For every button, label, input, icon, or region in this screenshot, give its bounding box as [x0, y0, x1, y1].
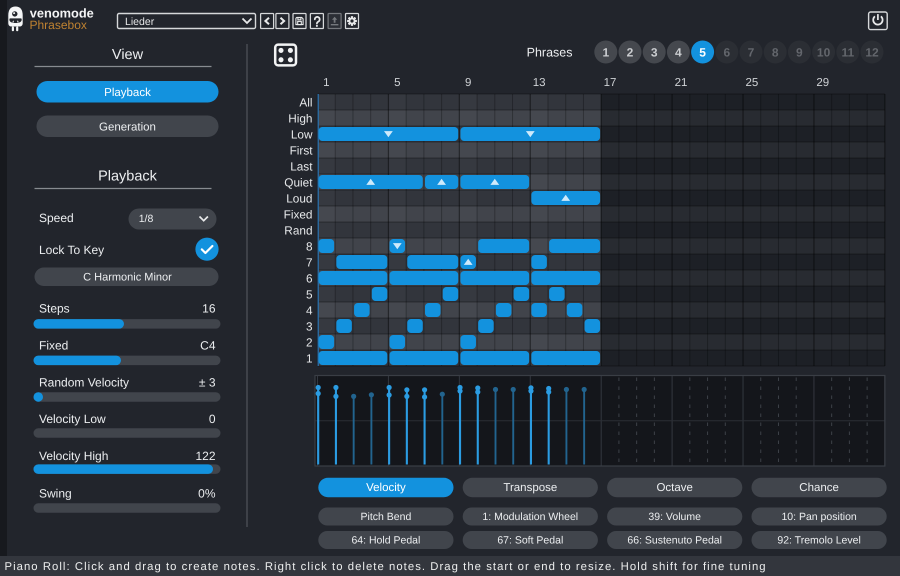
svg-text:Lieder: Lieder	[125, 16, 155, 28]
svg-text:Generation: Generation	[99, 121, 156, 133]
svg-text:11: 11	[841, 45, 854, 59]
svg-text:1/8: 1/8	[139, 213, 154, 225]
svg-text:Piano Roll: Click and drag to: Piano Roll: Click and drag to create not…	[5, 561, 767, 573]
svg-text:17: 17	[604, 77, 617, 89]
svg-text:Phrasebox: Phrasebox	[30, 18, 87, 32]
svg-text:Steps: Steps	[39, 302, 70, 316]
svg-text:C4: C4	[200, 338, 216, 352]
svg-text:9: 9	[796, 45, 803, 59]
svg-text:Low: Low	[291, 127, 313, 141]
svg-text:67: Soft Pedal: 67: Soft Pedal	[497, 534, 563, 546]
svg-text:Speed: Speed	[39, 211, 74, 225]
svg-text:Chance: Chance	[799, 482, 839, 494]
svg-text:8: 8	[772, 45, 779, 59]
svg-text:First: First	[290, 143, 314, 157]
svg-text:29: 29	[816, 77, 829, 89]
svg-text:64: Hold Pedal: 64: Hold Pedal	[351, 534, 420, 546]
svg-text:Lock To Key: Lock To Key	[39, 243, 104, 257]
svg-text:10: Pan position: 10: Pan position	[781, 511, 856, 523]
svg-text:1: 1	[306, 351, 313, 365]
svg-text:View: View	[112, 47, 144, 63]
svg-text:1: 1	[602, 45, 609, 59]
svg-text:6: 6	[306, 271, 313, 285]
svg-text:4: 4	[306, 303, 313, 317]
svg-text:Quiet: Quiet	[284, 175, 313, 189]
svg-text:Random Velocity: Random Velocity	[39, 375, 129, 389]
svg-text:92: Tremolo Level: 92: Tremolo Level	[777, 534, 860, 546]
svg-text:7: 7	[306, 255, 313, 269]
svg-text:5: 5	[699, 45, 706, 59]
svg-text:High: High	[288, 111, 312, 125]
svg-text:Pitch Bend: Pitch Bend	[361, 511, 412, 523]
svg-text:1: 1	[323, 77, 329, 89]
svg-text:12: 12	[865, 45, 879, 59]
svg-text:2: 2	[306, 335, 313, 349]
svg-text:1: Modulation Wheel: 1: Modulation Wheel	[482, 511, 578, 523]
svg-text:Last: Last	[290, 159, 313, 173]
svg-text:All: All	[299, 95, 312, 109]
svg-text:25: 25	[745, 77, 758, 89]
svg-text:± 3: ± 3	[199, 375, 216, 389]
svg-text:16: 16	[202, 302, 216, 316]
svg-text:10: 10	[817, 45, 831, 59]
svg-text:0%: 0%	[198, 486, 216, 500]
svg-text:5: 5	[306, 287, 313, 301]
svg-text:4: 4	[675, 45, 682, 59]
svg-text:13: 13	[533, 77, 546, 89]
svg-text:0: 0	[209, 412, 216, 426]
svg-text:Velocity: Velocity	[366, 482, 406, 494]
svg-text:21: 21	[675, 77, 688, 89]
svg-text:8: 8	[306, 239, 313, 253]
svg-text:2: 2	[627, 45, 634, 59]
svg-text:Fixed: Fixed	[39, 338, 68, 352]
svg-text:39: Volume: 39: Volume	[648, 511, 701, 523]
svg-text:Octave: Octave	[656, 482, 692, 494]
svg-text:Velocity Low: Velocity Low	[39, 412, 106, 426]
svg-text:7: 7	[748, 45, 755, 59]
svg-text:9: 9	[465, 77, 471, 89]
svg-text:Swing: Swing	[39, 486, 72, 500]
svg-text:6: 6	[723, 45, 730, 59]
svg-text:5: 5	[394, 77, 400, 89]
svg-text:66: Sustenuto Pedal: 66: Sustenuto Pedal	[627, 534, 722, 546]
svg-text:Velocity High: Velocity High	[39, 449, 108, 463]
svg-text:C Harmonic Minor: C Harmonic Minor	[83, 271, 172, 283]
svg-text:Playback: Playback	[98, 169, 158, 185]
svg-text:Fixed: Fixed	[284, 207, 313, 221]
svg-text:Playback: Playback	[104, 87, 151, 99]
svg-text:Phrases: Phrases	[527, 45, 573, 59]
svg-text:Loud: Loud	[286, 191, 312, 205]
svg-text:Rand: Rand	[284, 223, 312, 237]
svg-text:3: 3	[306, 319, 313, 333]
svg-text:122: 122	[195, 449, 215, 463]
svg-text:3: 3	[651, 45, 658, 59]
svg-text:Transpose: Transpose	[503, 482, 557, 494]
